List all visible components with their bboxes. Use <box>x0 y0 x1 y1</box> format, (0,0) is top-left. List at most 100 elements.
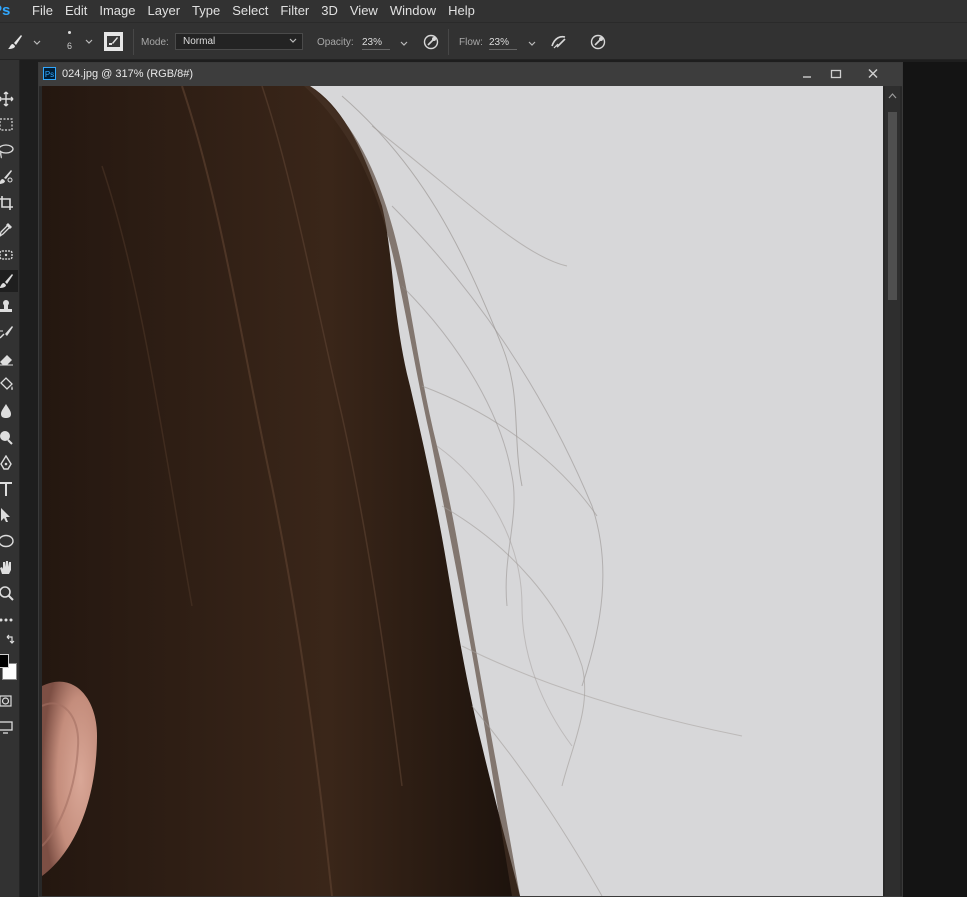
scroll-up-arrow-icon[interactable] <box>885 90 900 102</box>
eraser-tool[interactable] <box>0 348 18 370</box>
chevron-down-icon <box>85 39 93 44</box>
lasso-tool[interactable] <box>0 140 18 162</box>
menu-type[interactable]: Type <box>186 0 226 22</box>
move-tool[interactable] <box>0 88 18 110</box>
path-selection-tool[interactable] <box>0 504 18 526</box>
menu-select[interactable]: Select <box>226 0 274 22</box>
mode-label: Mode: <box>141 37 169 48</box>
photo-hair-edge <box>42 86 883 896</box>
edit-toolbar-button[interactable] <box>0 608 18 630</box>
swap-arrow-icon <box>6 634 15 644</box>
image-canvas[interactable] <box>42 86 883 896</box>
chevron-down-icon <box>289 38 297 43</box>
opacity-value[interactable]: 23% <box>362 37 390 50</box>
brush-icon <box>0 274 13 288</box>
brush-panel-icon <box>107 36 120 47</box>
airbrush-icon[interactable] <box>549 33 569 51</box>
marquee-icon <box>0 118 13 131</box>
pressure-opacity-icon[interactable] <box>422 33 440 51</box>
menu-filter[interactable]: Filter <box>274 0 315 22</box>
hand-tool[interactable] <box>0 556 18 578</box>
crop-icon <box>0 196 13 210</box>
menu-help[interactable]: Help <box>442 0 481 22</box>
opacity-label: Opacity: <box>317 37 354 48</box>
maximize-icon <box>830 69 842 79</box>
menu-3d[interactable]: 3D <box>315 0 344 22</box>
menu-file[interactable]: File <box>26 0 59 22</box>
brush-icon <box>8 35 22 49</box>
maximize-button[interactable] <box>828 67 844 81</box>
clone-stamp-tool[interactable] <box>0 296 18 318</box>
history-brush-icon <box>0 326 13 339</box>
quick-mask-button[interactable] <box>0 690 18 712</box>
eyedropper-tool[interactable] <box>0 218 18 240</box>
options-bar: 6 Mode: Normal Opacity: 23% Flow: 23% <box>0 22 967 60</box>
paint-bucket-tool[interactable] <box>0 374 18 396</box>
dodge-tool[interactable] <box>0 426 18 448</box>
chevron-down-icon <box>33 40 41 45</box>
eyedropper-icon <box>0 223 12 237</box>
document-window: Ps 024.jpg @ 317% (RGB/8#) <box>38 62 903 897</box>
vertical-scrollbar[interactable] <box>885 86 900 896</box>
healing-brush-tool[interactable] <box>0 244 18 266</box>
document-title-bar[interactable]: Ps 024.jpg @ 317% (RGB/8#) <box>39 63 902 87</box>
paint-bucket-icon <box>0 377 13 390</box>
tools-panel <box>0 60 20 897</box>
flow-label: Flow: <box>459 37 483 48</box>
quick-mask-icon <box>0 695 12 707</box>
foreground-color-swatch[interactable] <box>0 654 9 668</box>
crop-tool[interactable] <box>0 192 18 214</box>
brush-tip-dot <box>68 31 71 34</box>
healing-brush-icon <box>0 250 13 260</box>
close-button[interactable] <box>865 67 881 81</box>
pen-tool[interactable] <box>0 452 18 474</box>
quick-selection-icon <box>0 170 13 184</box>
document-title: 024.jpg @ 317% (RGB/8#) <box>62 68 194 80</box>
zoom-tool[interactable] <box>0 582 18 604</box>
tool-preset-picker[interactable] <box>4 33 42 51</box>
menu-layer[interactable]: Layer <box>142 0 187 22</box>
quick-selection-tool[interactable] <box>0 166 18 188</box>
marquee-tool[interactable] <box>0 114 18 136</box>
history-brush-tool[interactable] <box>0 322 18 344</box>
dodge-icon <box>0 431 13 445</box>
separator <box>448 29 449 55</box>
ellipse-tool[interactable] <box>0 530 18 552</box>
menu-bar: Ps File Edit Image Layer Type Select Fil… <box>0 0 967 22</box>
swap-colors-button[interactable] <box>0 633 18 649</box>
hand-icon <box>0 561 11 574</box>
close-icon <box>868 68 878 79</box>
minimize-button[interactable] <box>799 67 815 81</box>
pressure-size-icon[interactable] <box>589 33 607 51</box>
stamp-icon <box>0 300 12 312</box>
path-selection-icon <box>1 508 10 522</box>
menu-window[interactable]: Window <box>384 0 442 22</box>
eraser-icon <box>0 355 13 366</box>
pen-icon <box>0 455 12 470</box>
brush-preset-picker[interactable]: 6 <box>58 29 96 57</box>
menu-edit[interactable]: Edit <box>59 0 93 22</box>
flow-slider-chevron-icon[interactable] <box>527 39 537 49</box>
type-icon <box>0 482 12 496</box>
screen-mode-button[interactable] <box>0 716 18 738</box>
opacity-slider-chevron-icon[interactable] <box>399 39 409 49</box>
lasso-icon <box>0 144 14 159</box>
type-tool[interactable] <box>0 478 18 500</box>
brush-size-label: 6 <box>67 41 73 51</box>
ellipse-icon <box>0 534 14 548</box>
blur-drop-icon <box>1 404 11 418</box>
scrollbar-thumb[interactable] <box>888 112 897 300</box>
blur-tool[interactable] <box>0 400 18 422</box>
menu-view[interactable]: View <box>344 0 384 22</box>
screen-mode-icon <box>0 721 13 734</box>
zoom-icon <box>0 586 14 601</box>
mode-value: Normal <box>183 36 216 47</box>
panel-dock-area <box>903 62 967 897</box>
move-icon <box>0 91 14 107</box>
toggle-brush-panel-button[interactable] <box>104 32 123 51</box>
mode-select[interactable]: Normal <box>175 33 303 50</box>
ps-document-icon: Ps <box>43 67 56 80</box>
brush-tool[interactable] <box>0 270 18 292</box>
flow-value[interactable]: 23% <box>489 37 517 50</box>
menu-image[interactable]: Image <box>93 0 141 22</box>
